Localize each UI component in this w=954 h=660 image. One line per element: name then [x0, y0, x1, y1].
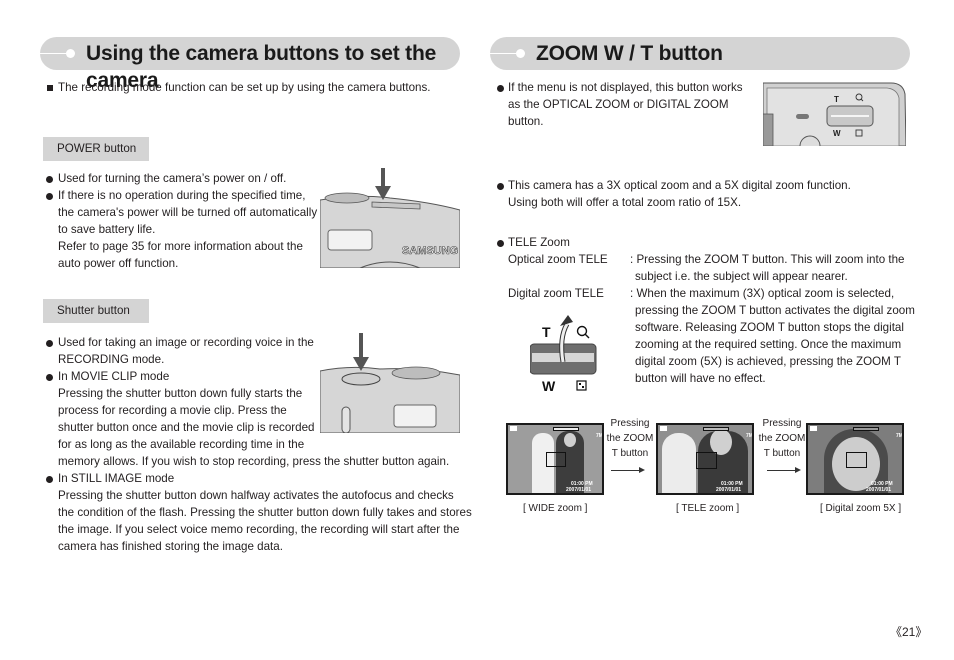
digital-zoom-desc: pressing the ZOOM T button activates the…: [635, 304, 915, 317]
shutter-bullet-3-line: Pressing the shutter button down halfway…: [58, 489, 454, 502]
transition-label-1: Pressing the ZOOM T button: [600, 416, 660, 461]
power-button-illustration: SAMSUNG: [320, 168, 460, 268]
shutter-button-illustration: [320, 333, 460, 433]
wide-zoom-screenshot: 7M 01:00 PM 2007/01/01: [506, 423, 604, 495]
focus-frame: [546, 452, 566, 467]
digital-zoom-desc: digital zoom (5X) is achieved, pressing …: [635, 355, 901, 368]
shutter-button-label: Shutter button: [43, 299, 149, 323]
camera-back-zoom-icon: T W: [763, 82, 906, 146]
shutter-bullet-3-line: the image. If you select voice memo reco…: [58, 523, 460, 536]
shutter-bullet-2-line: memory allows. If you wish to stop recor…: [58, 455, 450, 468]
shutter-bullet-1-line: RECORDING mode.: [58, 353, 165, 366]
shutter-bullet-3-line: camera has finished storing the image da…: [58, 540, 283, 553]
tele-zoom-caption: [ TELE zoom ]: [676, 503, 740, 514]
image-size-osd: 7M: [896, 433, 903, 439]
page-number: 《21》: [890, 625, 928, 639]
shutter-bullet-3-line: the condition of the flash. Pressing the…: [58, 506, 472, 519]
svg-text:T: T: [542, 324, 551, 340]
bullet-dot-icon: [497, 85, 504, 92]
zoom-button-camera-illustration: T W: [763, 80, 906, 146]
svg-text:SAMSUNG: SAMSUNG: [402, 245, 458, 257]
zoom-tele-arrow-icon: T W: [529, 315, 597, 394]
focus-frame: [696, 452, 717, 469]
digital-zoom-desc: zooming at the required setting. Once th…: [635, 338, 902, 351]
shutter-bullet-2-line: for as long as the available recording t…: [58, 438, 305, 451]
square-bullet-icon: [47, 85, 53, 91]
transition-line: the ZOOM: [606, 433, 654, 444]
bullet-dot-icon: [46, 340, 53, 347]
transition-line: T button: [763, 448, 801, 459]
power-bullet-2-line: If there is no operation during the spec…: [58, 189, 306, 202]
svg-text:T: T: [834, 95, 839, 104]
camera-mode-icon: [660, 426, 667, 431]
bullet-dot-icon: [46, 476, 53, 483]
power-button-label: POWER button: [43, 137, 149, 161]
digital-zoom-desc: : When the maximum (3X) optical zoom is …: [630, 287, 895, 300]
bullet-dot-icon: [497, 240, 504, 247]
date-osd: 2007/01/01: [866, 487, 892, 493]
optical-zoom-desc: subject i.e. the subject will appear nea…: [635, 270, 848, 283]
title-decoration-line: [490, 53, 518, 54]
tele-zoom-heading: TELE Zoom: [508, 236, 570, 249]
bullet-dot-icon: [46, 193, 53, 200]
transition-line: T button: [611, 448, 649, 459]
shutter-bullet-1-line: Used for taking an image or recording vo…: [58, 336, 314, 349]
shutter-bullet-2-line: In MOVIE CLIP mode: [58, 370, 170, 383]
zoom-bar: [853, 427, 879, 431]
right-arrow-icon: [611, 467, 645, 473]
power-bullet-1-line: Used for turning the camera’s power on /…: [58, 172, 287, 185]
optical-zoom-desc: : Pressing the ZOOM T button. This will …: [630, 253, 905, 266]
shutter-bullet-2-line: shutter button once and the movie clip i…: [58, 421, 315, 434]
zoom-bar: [703, 427, 729, 431]
digital-zoom-desc: software. Releasing ZOOM T button stops …: [635, 321, 904, 334]
intro-text: The recording mode function can be set u…: [58, 81, 431, 94]
bullet-dot-icon: [46, 176, 53, 183]
date-osd: 2007/01/01: [716, 487, 742, 493]
title-decoration-line: [40, 53, 68, 54]
svg-text:W: W: [833, 129, 841, 138]
camera-top-power-icon: SAMSUNG: [320, 168, 460, 268]
zoom-tele-button-illustration: T W: [529, 314, 602, 394]
power-bullet-2-line: to save battery life.: [58, 223, 156, 236]
bride-figure: [662, 433, 696, 493]
tele-zoom-screenshot: 7M 01:00 PM 2007/01/01: [656, 423, 754, 495]
shutter-bullet-3-line: In STILL IMAGE mode: [58, 472, 175, 485]
transition-line: Pressing: [610, 418, 650, 429]
shutter-bullet-2-line: process for recording a movie clip. Pres…: [58, 404, 287, 417]
transition-label-2: Pressing the ZOOM T button: [752, 416, 812, 461]
right-arrow-icon: [767, 467, 801, 473]
zoom-bullet-2-line: Using both will offer a total zoom ratio…: [508, 196, 742, 209]
title-decoration-dot: [66, 49, 75, 58]
wide-zoom-caption: [ WIDE zoom ]: [523, 503, 588, 514]
bullet-dot-icon: [497, 183, 504, 190]
zoom-bullet-1-line: button.: [508, 115, 544, 128]
power-bullet-2-line: the camera's power will be turned off au…: [58, 206, 318, 219]
date-osd: 2007/01/01: [566, 487, 592, 493]
zoom-bar: [553, 427, 579, 431]
svg-text:W: W: [542, 378, 556, 394]
power-bullet-2-line: Refer to page 35 for more information ab…: [58, 240, 303, 253]
transition-line: Pressing: [762, 418, 802, 429]
digital-zoom-screenshot: 7M 01:00 PM 2007/01/01: [806, 423, 904, 495]
title-decoration-dot: [516, 49, 525, 58]
digital-zoom-desc: button will have no effect.: [635, 372, 766, 385]
shutter-bullet-2-line: Pressing the shutter button down fully s…: [58, 387, 303, 400]
zoom-bullet-2-line: This camera has a 3X optical zoom and a …: [508, 179, 851, 192]
section-title-bar-camera-buttons: Using the camera buttons to set the came…: [40, 37, 460, 92]
groom-face: [564, 433, 576, 447]
zoom-bullet-1-line: as the OPTICAL ZOOM or DIGITAL ZOOM: [508, 98, 729, 111]
digital-zoom-term: Digital zoom TELE: [508, 287, 604, 300]
section-title: ZOOM W / T button: [536, 42, 723, 65]
optical-zoom-term: Optical zoom TELE: [508, 253, 608, 266]
zoom-bullet-1-line: If the menu is not displayed, this butto…: [508, 81, 743, 94]
focus-frame: [846, 452, 867, 468]
section-title-bar-zoom: ZOOM W / T button: [490, 37, 910, 70]
power-bullet-2-line: auto power off function.: [58, 257, 179, 270]
camera-top-shutter-icon: [320, 333, 460, 433]
camera-mode-icon: [510, 426, 517, 431]
bullet-dot-icon: [46, 374, 53, 381]
digital-zoom-caption: [ Digital zoom 5X ]: [820, 503, 902, 514]
transition-line: the ZOOM: [758, 433, 806, 444]
